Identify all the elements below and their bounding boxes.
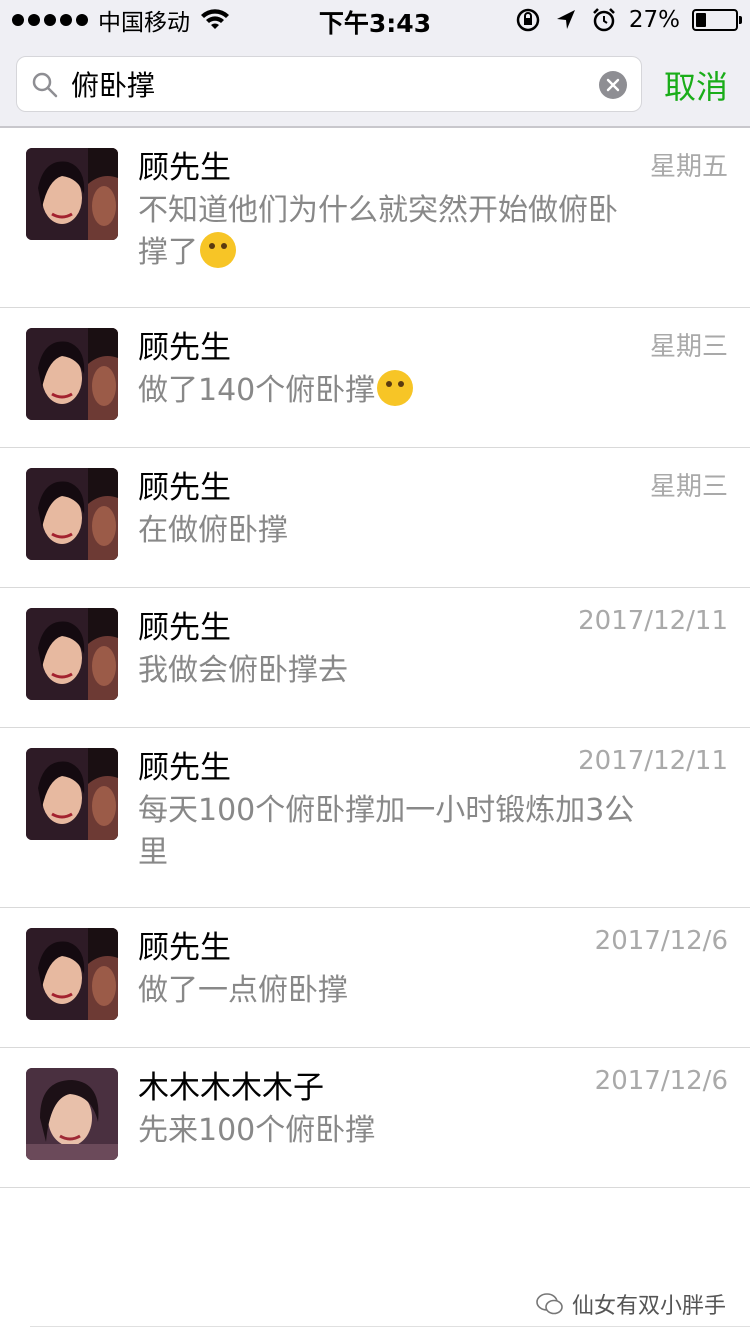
avatar (26, 608, 118, 700)
search-header: 取消 (0, 40, 750, 128)
contact-name: 顾先生 (138, 470, 231, 506)
search-icon (32, 72, 58, 98)
message-line: 不知道他们为什么就突然开始做俯卧 (138, 193, 618, 228)
list-item[interactable]: 顾先生 2017/12/11 每天100个俯卧撑加一小时锻炼加3公 里 (0, 728, 750, 908)
message-time: 2017/12/6 (594, 1066, 728, 1096)
list-item[interactable]: 顾先生 星期三 做了140个俯卧撑 (0, 308, 750, 448)
message-line-2: 里 (138, 835, 168, 870)
message-time: 星期三 (649, 332, 728, 362)
search-box[interactable] (16, 56, 642, 112)
cool-face-emoji-icon (377, 370, 414, 406)
search-results-list: 顾先生 星期五 不知道他们为什么就突然开始做俯卧 撑了 顾先生 星期三 做了14… (0, 128, 750, 1188)
avatar (26, 328, 118, 420)
message-time: 2017/12/11 (578, 746, 728, 776)
avatar (26, 928, 118, 1020)
avatar (26, 748, 118, 840)
message-line: 每天100个俯卧撑加一小时锻炼加3公 (138, 793, 635, 828)
message-line-2: 撑了 (138, 232, 678, 274)
message-preview: 先来100个俯卧撑 (138, 1113, 376, 1148)
message-line: 做了140个俯卧撑 (138, 373, 376, 408)
avatar (26, 1068, 118, 1160)
watermark: 仙女有双小胖手 (536, 1288, 726, 1320)
message-preview: 做了140个俯卧撑 (138, 370, 678, 412)
contact-name: 顾先生 (138, 610, 231, 646)
status-bar: 中国移动 下午3:43 27% (0, 0, 750, 40)
search-input[interactable] (71, 63, 591, 105)
location-icon (556, 10, 575, 29)
message-preview: 做了一点俯卧撑 (138, 973, 348, 1008)
list-item[interactable]: 顾先生 2017/12/11 我做会俯卧撑去 (0, 588, 750, 728)
watermark-text: 仙女有双小胖手 (571, 1294, 726, 1319)
battery-icon (692, 9, 742, 31)
battery-percent: 27% (628, 7, 680, 33)
battery-level (696, 13, 706, 27)
message-preview: 在做俯卧撑 (138, 513, 288, 548)
list-item[interactable]: 木木木木木子 2017/12/6 先来100个俯卧撑 (0, 1048, 750, 1188)
avatar (26, 148, 118, 240)
message-preview: 每天100个俯卧撑加一小时锻炼加3公 里 (138, 790, 678, 874)
message-time: 2017/12/11 (578, 606, 728, 636)
clear-search-icon[interactable] (599, 71, 627, 99)
laughing-crying-emoji-icon (200, 232, 236, 268)
cancel-button[interactable]: 取消 (664, 62, 728, 108)
message-preview: 我做会俯卧撑去 (138, 653, 348, 688)
list-item[interactable]: 顾先生 2017/12/6 做了一点俯卧撑 (0, 908, 750, 1048)
list-item[interactable]: 顾先生 星期三 在做俯卧撑 (0, 448, 750, 588)
contact-name: 顾先生 (138, 150, 231, 186)
contact-name: 顾先生 (138, 750, 231, 786)
alarm-icon (592, 8, 615, 32)
divider (30, 1326, 750, 1327)
contact-name: 木木木木木子 (138, 1070, 324, 1106)
message-time: 2017/12/6 (594, 926, 728, 956)
orientation-lock-icon (516, 8, 540, 32)
list-item[interactable]: 顾先生 星期五 不知道他们为什么就突然开始做俯卧 撑了 (0, 128, 750, 308)
status-right: 27% (515, 6, 742, 34)
message-time: 星期三 (649, 472, 728, 502)
contact-name: 顾先生 (138, 930, 231, 966)
message-time: 星期五 (649, 152, 728, 182)
message-line-text: 撑了 (138, 235, 198, 270)
contact-name: 顾先生 (138, 330, 231, 366)
wechat-icon (536, 1293, 563, 1315)
message-preview: 不知道他们为什么就突然开始做俯卧 撑了 (138, 190, 678, 274)
avatar (26, 468, 118, 560)
